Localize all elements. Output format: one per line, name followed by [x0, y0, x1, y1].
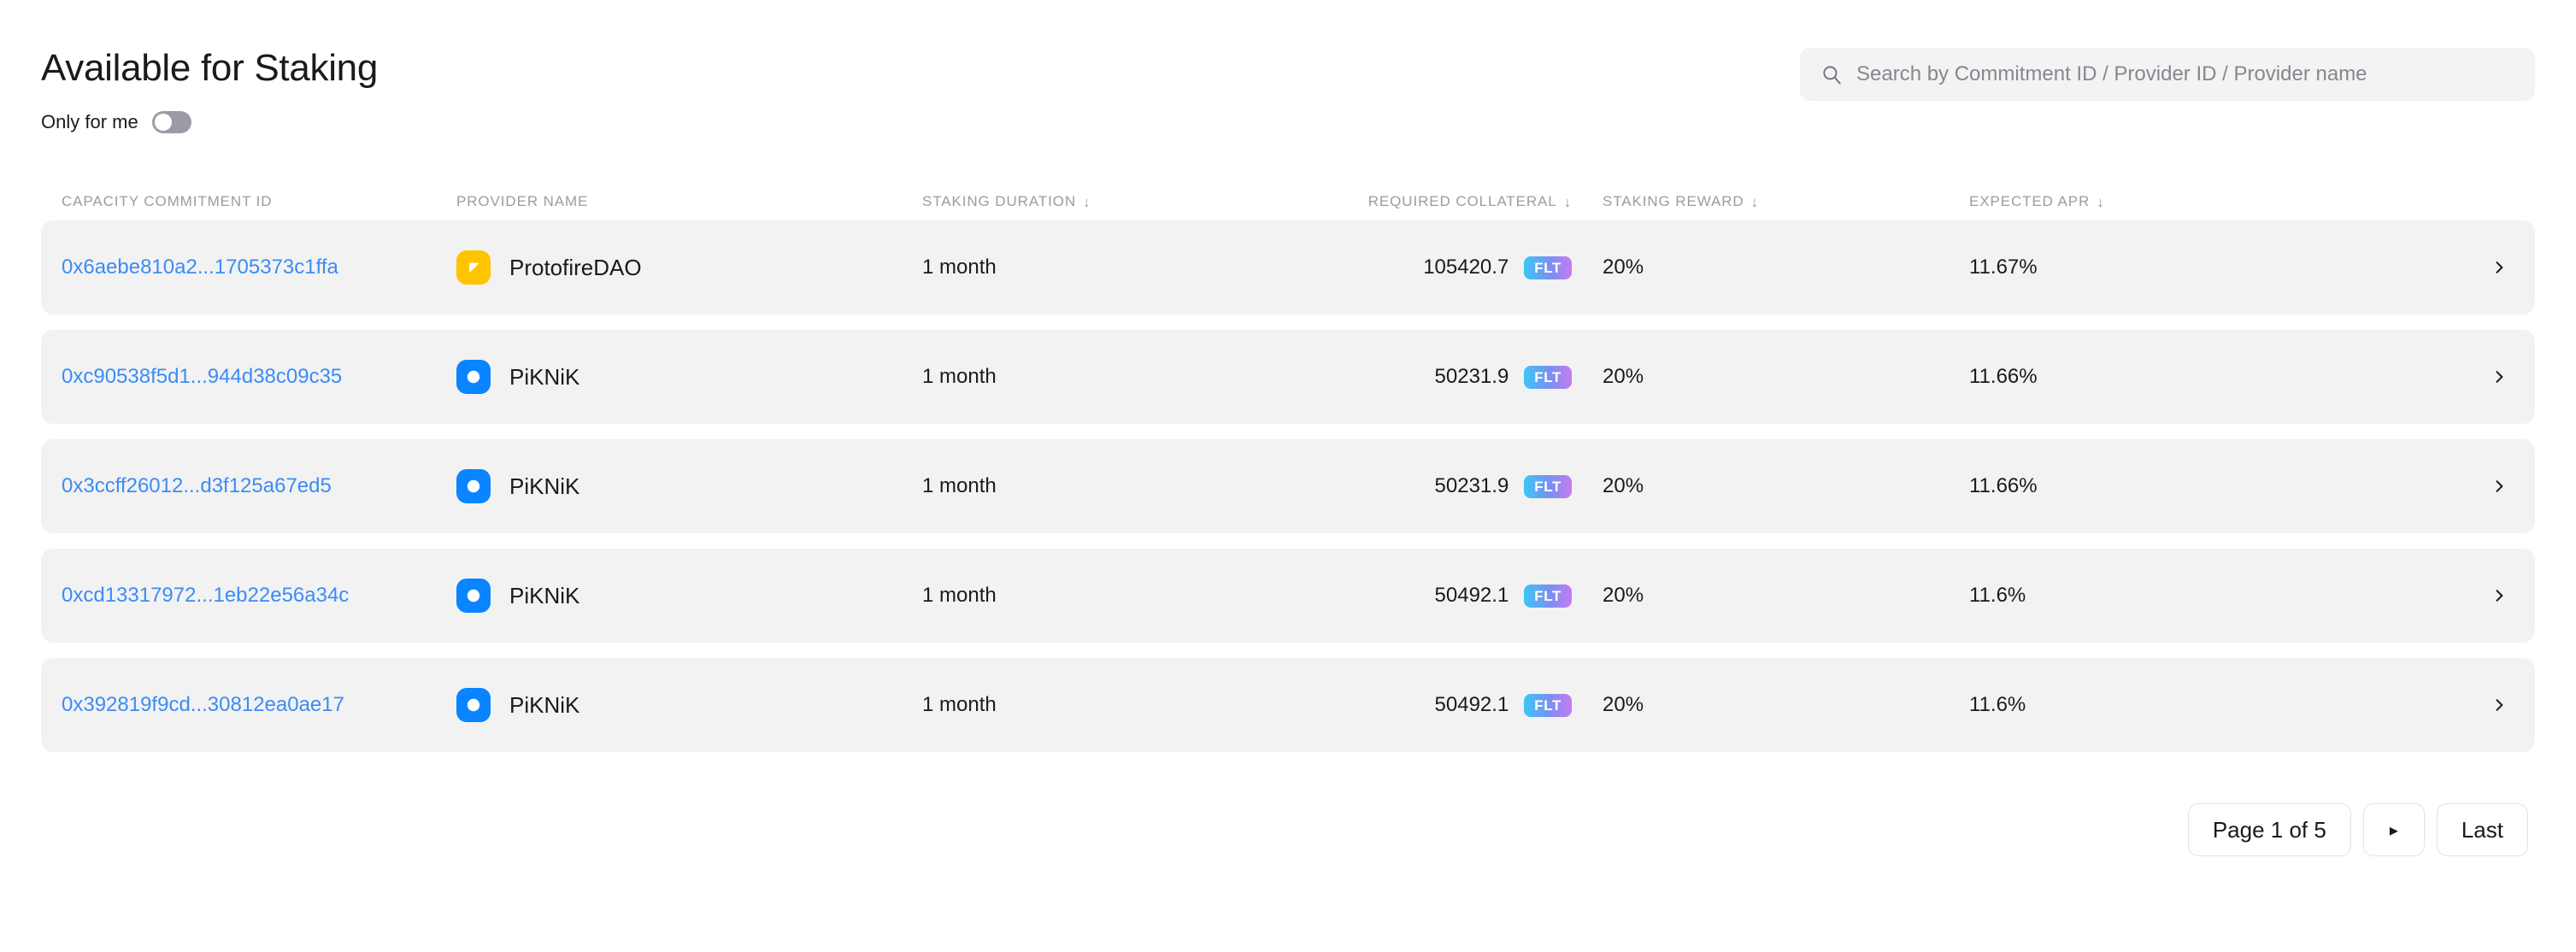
column-header-label: Capacity Commitment ID: [62, 193, 273, 210]
sort-descending-icon[interactable]: ↓: [2097, 195, 2104, 209]
cell-commitment-id[interactable]: 0x392819f9cd...30812ea0ae17: [62, 693, 456, 717]
cell-required-collateral: 50492.1 FLT: [1422, 693, 1572, 717]
cell-expected-apr: 11.66%: [1969, 365, 2038, 389]
commitment-id-link[interactable]: 0xc90538f5d1...944d38c09c35: [62, 365, 342, 388]
column-header-required-collateral[interactable]: Required Collateral ↓: [1368, 193, 1572, 210]
cell-staking-reward: 20%: [1603, 365, 1644, 389]
cell-staking-duration: 1 month: [922, 365, 997, 389]
page-title: Available for Staking: [41, 47, 379, 89]
cell-required-collateral: 50492.1 FLT: [1422, 584, 1572, 608]
collateral-amount: 105420.7: [1423, 256, 1509, 279]
token-badge: FLT: [1524, 474, 1572, 498]
collateral-amount: 50492.1: [1434, 693, 1509, 717]
row-chevron-right-icon[interactable]: [2392, 478, 2514, 495]
cell-expected-apr: 11.67%: [1969, 256, 2038, 279]
column-header-staking-duration[interactable]: Staking Duration ↓: [922, 193, 1422, 210]
cell-commitment-id[interactable]: 0xcd13317972...1eb22e56a34c: [62, 584, 456, 608]
row-chevron-right-icon[interactable]: [2392, 259, 2514, 276]
row-chevron-right-icon[interactable]: [2392, 696, 2514, 714]
table-row[interactable]: 0x3ccff26012...d3f125a67ed5 PiKNiK 1 month…: [41, 439, 2535, 534]
protofiredao-avatar: [456, 250, 491, 285]
row-chevron-right-icon[interactable]: [2392, 587, 2514, 604]
column-header-label: Expected APR: [1969, 193, 2091, 210]
cell-expected-apr: 11.66%: [1969, 474, 2038, 498]
token-badge: FLT: [1524, 256, 1572, 279]
cell-commitment-id[interactable]: 0xc90538f5d1...944d38c09c35: [62, 365, 456, 389]
collateral-amount: 50231.9: [1434, 474, 1509, 498]
cell-staking-reward: 20%: [1603, 693, 1644, 717]
sort-descending-icon[interactable]: ↓: [1751, 195, 1759, 209]
cell-provider[interactable]: PiKNiK: [456, 688, 922, 723]
cell-staking-reward: 20%: [1603, 256, 1644, 279]
table-row[interactable]: 0xc90538f5d1...944d38c09c35 PiKNiK 1 month…: [41, 330, 2535, 425]
only-for-me-toggle[interactable]: [151, 111, 191, 134]
next-page-button[interactable]: ▸: [2362, 803, 2425, 857]
pagination: Page 1 of 5 ▸ Last: [41, 803, 2535, 857]
commitment-id-link[interactable]: 0xcd13317972...1eb22e56a34c: [62, 584, 349, 607]
table-row[interactable]: 0x6aebe810a2...1705373c1ffa ProtofireDAO 1…: [41, 220, 2535, 315]
column-header-label: Provider Name: [456, 193, 589, 210]
title-block: Available for Staking Only for me: [41, 47, 379, 134]
table-body: 0x6aebe810a2...1705373c1ffa ProtofireDAO 1…: [41, 220, 2535, 753]
cell-staking-duration: 1 month: [922, 584, 997, 608]
piknik-avatar: [456, 579, 491, 614]
cell-required-collateral: 50231.9 FLT: [1422, 474, 1572, 498]
provider-name-label: ProtofireDAO: [509, 254, 642, 280]
commitment-id-link[interactable]: 0x392819f9cd...30812ea0ae17: [62, 693, 344, 716]
staking-page: Available for Staking Only for me Capaci…: [0, 0, 2576, 952]
cell-staking-duration: 1 month: [922, 474, 997, 498]
search-input[interactable]: [1856, 62, 2514, 86]
cell-provider[interactable]: ProtofireDAO: [456, 250, 922, 285]
only-for-me-control[interactable]: Only for me: [41, 111, 378, 134]
cell-commitment-id[interactable]: 0x3ccff26012...d3f125a67ed5: [62, 474, 456, 498]
sort-descending-icon[interactable]: ↓: [1564, 195, 1572, 209]
cell-staking-duration: 1 month: [922, 256, 997, 279]
provider-name-label: PiKNiK: [509, 691, 580, 718]
last-page-button[interactable]: Last: [2436, 803, 2528, 857]
cell-staking-reward: 20%: [1603, 474, 1644, 498]
token-badge: FLT: [1524, 693, 1572, 717]
piknik-avatar: [456, 469, 491, 504]
column-header-provider-name[interactable]: Provider Name: [456, 193, 922, 210]
cell-staking-reward: 20%: [1603, 584, 1644, 608]
page-indicator-button[interactable]: Page 1 of 5: [2187, 803, 2351, 857]
cell-provider[interactable]: PiKNiK: [456, 469, 922, 504]
commitment-id-link[interactable]: 0x3ccff26012...d3f125a67ed5: [62, 474, 332, 497]
cell-staking-duration: 1 month: [922, 693, 997, 717]
collateral-amount: 50231.9: [1434, 365, 1509, 389]
cell-provider[interactable]: PiKNiK: [456, 360, 922, 395]
table-row[interactable]: 0xcd13317972...1eb22e56a34c PiKNiK 1 month…: [41, 549, 2535, 643]
table-row[interactable]: 0x392819f9cd...30812ea0ae17 PiKNiK 1 month…: [41, 658, 2535, 753]
toggle-knob: [154, 114, 172, 132]
column-header-label: Staking Duration: [922, 193, 1077, 210]
cell-required-collateral: 105420.7 FLT: [1422, 256, 1572, 279]
commitment-id-link[interactable]: 0x6aebe810a2...1705373c1ffa: [62, 256, 338, 279]
cell-commitment-id[interactable]: 0x6aebe810a2...1705373c1ffa: [62, 256, 456, 279]
cell-required-collateral: 50231.9 FLT: [1422, 365, 1572, 389]
column-header-commitment-id[interactable]: Capacity Commitment ID: [62, 193, 456, 210]
page-header: Available for Staking Only for me: [41, 0, 2535, 134]
column-header-label: Staking Reward: [1603, 193, 1744, 210]
column-header-expected-apr[interactable]: Expected APR ↓: [1969, 193, 2392, 210]
table-header-row: Capacity Commitment ID Provider Name Sta…: [41, 183, 2535, 220]
collateral-amount: 50492.1: [1434, 584, 1509, 608]
piknik-avatar: [456, 688, 491, 723]
sort-descending-icon[interactable]: ↓: [1083, 195, 1091, 209]
column-header-label: Required Collateral: [1367, 193, 1557, 210]
column-header-staking-reward[interactable]: Staking Reward ↓: [1572, 193, 1969, 210]
row-chevron-right-icon[interactable]: [2392, 368, 2514, 385]
provider-name-label: PiKNiK: [509, 363, 580, 390]
staking-table: Capacity Commitment ID Provider Name Sta…: [41, 183, 2535, 753]
only-for-me-label: Only for me: [41, 111, 138, 133]
piknik-avatar: [456, 360, 491, 395]
provider-name-label: PiKNiK: [509, 582, 580, 608]
token-badge: FLT: [1524, 365, 1572, 389]
token-badge: FLT: [1524, 584, 1572, 608]
cell-expected-apr: 11.6%: [1969, 693, 2026, 717]
search-box[interactable]: [1800, 48, 2535, 101]
provider-name-label: PiKNiK: [509, 473, 580, 499]
search-icon: [1820, 63, 1843, 85]
cell-expected-apr: 11.6%: [1969, 584, 2026, 608]
cell-provider[interactable]: PiKNiK: [456, 579, 922, 614]
